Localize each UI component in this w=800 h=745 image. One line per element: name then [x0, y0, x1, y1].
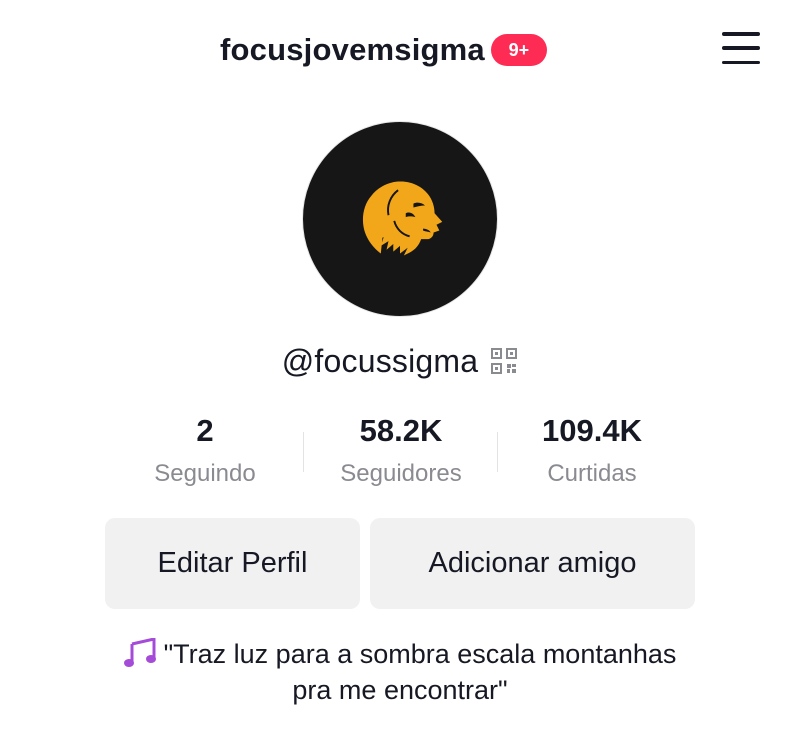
profile-bio: "Traz luz para a sombra escala montanhas… [0, 636, 800, 708]
likes-count: 109.4K [542, 413, 642, 448]
following-label: Seguindo [154, 460, 256, 487]
menu-line [722, 32, 760, 36]
profile-handle: @focussigma [281, 342, 479, 379]
menu-line [722, 46, 760, 50]
add-friend-button[interactable]: Adicionar amigo [370, 518, 695, 609]
edit-profile-button[interactable]: Editar Perfil [105, 518, 360, 609]
profile-stats: 2 Seguindo 58.2K Seguidores 109.4K Curti… [110, 410, 690, 495]
account-switcher[interactable]: focusjovemsigma 9+ [220, 28, 547, 72]
musical-notes-icon [123, 638, 156, 667]
handle-row: @focussigma [0, 338, 800, 384]
stat-followers[interactable]: 58.2K Seguidores [306, 410, 496, 495]
stat-likes[interactable]: 109.4K Curtidas [497, 410, 687, 495]
bio-text-line-2: pra me encontrar" [292, 675, 508, 705]
bio-line-1: "Traz luz para a sombra escala montanhas [0, 636, 800, 672]
stat-divider [303, 432, 304, 472]
notification-badge: 9+ [490, 34, 547, 66]
likes-label: Curtidas [547, 460, 637, 487]
lion-head-icon [362, 181, 443, 256]
profile-header: focusjovemsigma 9+ [0, 0, 800, 100]
followers-label: Seguidores [340, 460, 462, 487]
menu-line [722, 60, 760, 64]
bio-text-line-1: "Traz luz para a sombra escala montanhas [163, 639, 677, 669]
hamburger-menu-icon[interactable] [718, 30, 766, 66]
stat-following[interactable]: 2 Seguindo [110, 410, 300, 495]
header-username: focusjovemsigma [220, 32, 485, 67]
profile-page: focusjovemsigma 9+ @focussigma 2 Seguind… [0, 0, 800, 745]
avatar[interactable] [302, 121, 498, 317]
following-count: 2 [196, 413, 214, 448]
followers-count: 58.2K [359, 413, 443, 448]
qr-code-icon[interactable] [490, 347, 518, 375]
